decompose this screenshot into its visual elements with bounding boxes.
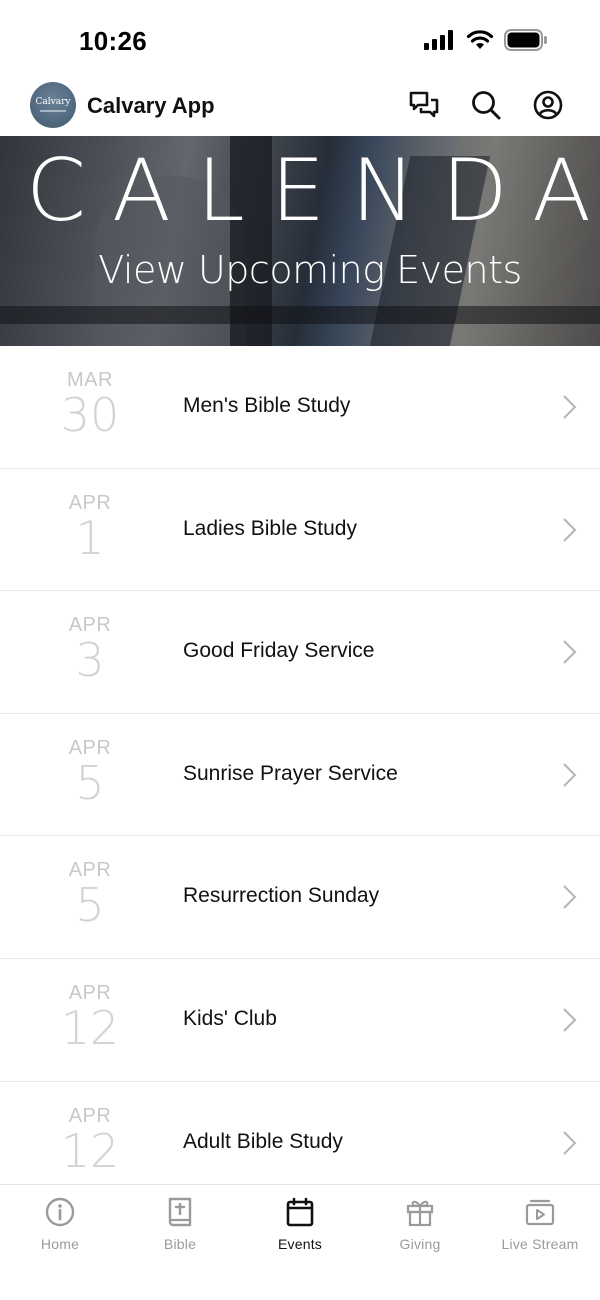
event-month: APR — [68, 491, 112, 514]
chevron-right-icon — [563, 885, 577, 910]
event-day: 5 — [75, 755, 105, 810]
event-day: 1 — [75, 510, 105, 565]
event-day: 5 — [75, 878, 105, 933]
event-date: APR 5 — [50, 860, 130, 928]
event-month: MAR — [67, 369, 113, 391]
event-title: Good Friday Service — [183, 639, 375, 663]
event-month: APR — [68, 1104, 112, 1127]
chevron-right-icon — [563, 395, 577, 419]
event-month: APR — [68, 736, 112, 759]
calendar-hero-banner: CALENDAR View Upcoming Events — [0, 136, 600, 346]
cellular-signal-icon — [424, 30, 453, 50]
event-row[interactable]: APR 12 Adult Bible Study — [0, 1081, 600, 1184]
event-month: APR — [68, 981, 112, 1004]
tab-live-stream[interactable]: Live Stream — [480, 1185, 600, 1300]
status-icons — [424, 29, 548, 51]
status-bar: 10:26 — [0, 0, 600, 75]
event-title: Kids' Club — [183, 1006, 277, 1030]
header-actions — [408, 89, 564, 121]
event-row[interactable]: APR 5 Sunrise Prayer Service — [0, 713, 600, 837]
tab-label: Live Stream — [501, 1236, 579, 1252]
status-time: 10:26 — [79, 26, 147, 56]
hero-subtitle: View Upcoming Events — [98, 248, 522, 292]
chevron-right-icon — [563, 517, 577, 542]
event-title: Adult Bible Study — [183, 1129, 343, 1153]
event-date: APR 1 — [50, 493, 130, 561]
tab-bible[interactable]: Bible — [120, 1185, 240, 1300]
tab-home[interactable]: Home — [0, 1185, 120, 1300]
event-date: MAR 30 — [50, 370, 130, 438]
tab-label: Events — [278, 1236, 322, 1252]
event-title: Sunrise Prayer Service — [183, 761, 398, 785]
app-logo[interactable]: Calvary — [30, 82, 76, 128]
bible-icon — [163, 1195, 197, 1229]
tab-giving[interactable]: Giving — [360, 1185, 480, 1300]
wifi-icon — [466, 30, 494, 49]
info-icon — [43, 1195, 77, 1229]
event-row[interactable]: APR 3 Good Friday Service — [0, 591, 600, 714]
event-title: Men's Bible Study — [183, 394, 351, 417]
chevron-right-icon — [563, 763, 577, 787]
event-date: APR 12 — [50, 983, 130, 1051]
chevron-right-icon — [563, 1008, 577, 1032]
event-day: 12 — [60, 1123, 120, 1178]
tab-label: Home — [40, 1236, 80, 1252]
battery-icon — [504, 29, 547, 51]
live-stream-icon — [523, 1195, 557, 1229]
event-list: MAR 30 Men's Bible Study APR 1 Ladies Bi… — [0, 346, 600, 1184]
event-title: Ladies Bible Study — [183, 516, 357, 540]
event-day: 12 — [60, 1000, 120, 1055]
gift-icon — [403, 1195, 437, 1229]
event-date: APR 3 — [50, 615, 130, 683]
search-icon[interactable] — [470, 89, 502, 121]
event-title: Resurrection Sunday — [183, 884, 380, 908]
event-month: APR — [68, 859, 112, 882]
chevron-right-icon — [563, 640, 577, 664]
app-header: Calvary Calvary App — [0, 75, 600, 136]
chevron-right-icon — [563, 1130, 577, 1155]
event-month: APR — [68, 614, 112, 637]
calendar-icon — [283, 1195, 317, 1229]
account-icon[interactable] — [532, 89, 564, 121]
tab-bar: Home Bible Events Giving Live Stream — [0, 1184, 600, 1300]
event-row[interactable]: APR 5 Resurrection Sunday — [0, 836, 600, 959]
hero-title: CALENDAR — [26, 141, 600, 241]
tab-label: Bible — [163, 1236, 197, 1252]
event-row[interactable]: MAR 30 Men's Bible Study — [0, 346, 600, 469]
event-row[interactable]: APR 1 Ladies Bible Study — [0, 468, 600, 592]
event-day: 30 — [60, 388, 120, 442]
logo-underline — [40, 110, 66, 112]
event-day: 3 — [75, 633, 105, 688]
event-date: APR 12 — [50, 1106, 130, 1174]
chat-icon[interactable] — [408, 89, 440, 121]
logo-text: Calvary — [35, 97, 71, 107]
event-row[interactable]: APR 12 Kids' Club — [0, 958, 600, 1082]
event-date: APR 5 — [50, 738, 130, 806]
tab-label: Giving — [399, 1236, 441, 1252]
tab-events[interactable]: Events — [240, 1185, 360, 1300]
app-title: Calvary App — [87, 93, 215, 118]
